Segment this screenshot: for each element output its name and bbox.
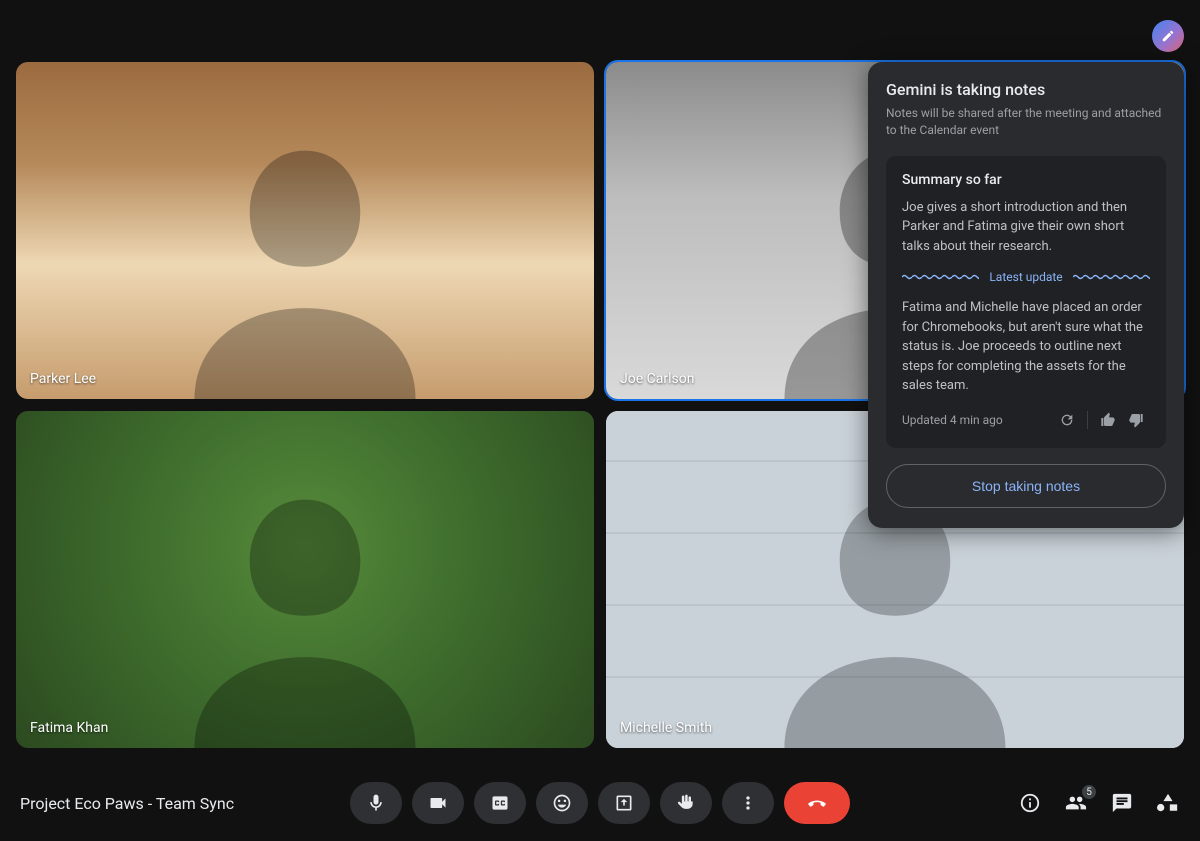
chat-icon [1111,792,1133,814]
participant-name: Michelle Smith [620,720,712,736]
summary-heading: Summary so far [902,172,1150,188]
activities-button[interactable] [1156,791,1180,815]
more-vertical-icon [738,793,758,813]
gemini-notes-panel: Gemini is taking notes Notes will be sha… [868,62,1184,528]
stop-taking-notes-button[interactable]: Stop taking notes [886,464,1166,508]
thumbs-up-icon [1100,412,1116,428]
thumbs-down-icon [1128,412,1144,428]
participant-name: Parker Lee [30,371,96,387]
call-controls [350,782,850,824]
participant-tile[interactable]: Parker Lee [16,62,594,399]
more-options-button[interactable] [722,782,774,824]
participant-name: Joe Carlson [620,371,694,387]
camera-icon [428,793,448,813]
emoji-icon [552,793,572,813]
wavy-line-icon [1073,274,1150,280]
right-controls: 5 [1018,791,1180,815]
gemini-fab[interactable] [1152,20,1184,52]
separator [1087,411,1088,429]
summary-update: Fatima and Michelle have placed an order… [902,298,1150,396]
refresh-button[interactable] [1053,406,1081,434]
person-silhouette [103,472,508,748]
camera-button[interactable] [412,782,464,824]
captions-icon [490,793,510,813]
participant-tile[interactable]: Fatima Khan [16,411,594,748]
panel-title: Gemini is taking notes [886,80,1166,99]
raise-hand-button[interactable] [660,782,712,824]
pencil-spark-icon [1161,29,1175,43]
summary-meta: Updated 4 min ago [902,406,1150,434]
updated-timestamp: Updated 4 min ago [902,413,1003,427]
person-silhouette [103,123,508,399]
bottom-bar: Project Eco Paws - Team Sync [0,765,1200,841]
captions-button[interactable] [474,782,526,824]
thumbs-up-button[interactable] [1094,406,1122,434]
end-call-icon [807,793,827,813]
thumbs-down-button[interactable] [1122,406,1150,434]
refresh-icon [1059,412,1075,428]
chat-button[interactable] [1110,791,1134,815]
people-button[interactable]: 5 [1064,791,1088,815]
participant-name: Fatima Khan [30,720,108,736]
mic-button[interactable] [350,782,402,824]
summary-intro: Joe gives a short introduction and then … [902,198,1150,257]
panel-subtitle: Notes will be shared after the meeting a… [886,105,1166,140]
participant-count-badge: 5 [1082,785,1096,799]
meeting-title: Project Eco Paws - Team Sync [20,794,234,813]
shapes-icon [1157,792,1179,814]
hand-icon [676,793,696,813]
mic-icon [366,793,386,813]
divider-label: Latest update [989,270,1062,284]
end-call-button[interactable] [784,782,850,824]
info-button[interactable] [1018,791,1042,815]
emoji-button[interactable] [536,782,588,824]
stop-button-label: Stop taking notes [972,478,1080,494]
wavy-line-icon [902,274,979,280]
summary-box: Summary so far Joe gives a short introdu… [886,156,1166,448]
present-button[interactable] [598,782,650,824]
present-icon [614,793,634,813]
latest-update-divider: Latest update [902,270,1150,284]
info-icon [1019,792,1041,814]
